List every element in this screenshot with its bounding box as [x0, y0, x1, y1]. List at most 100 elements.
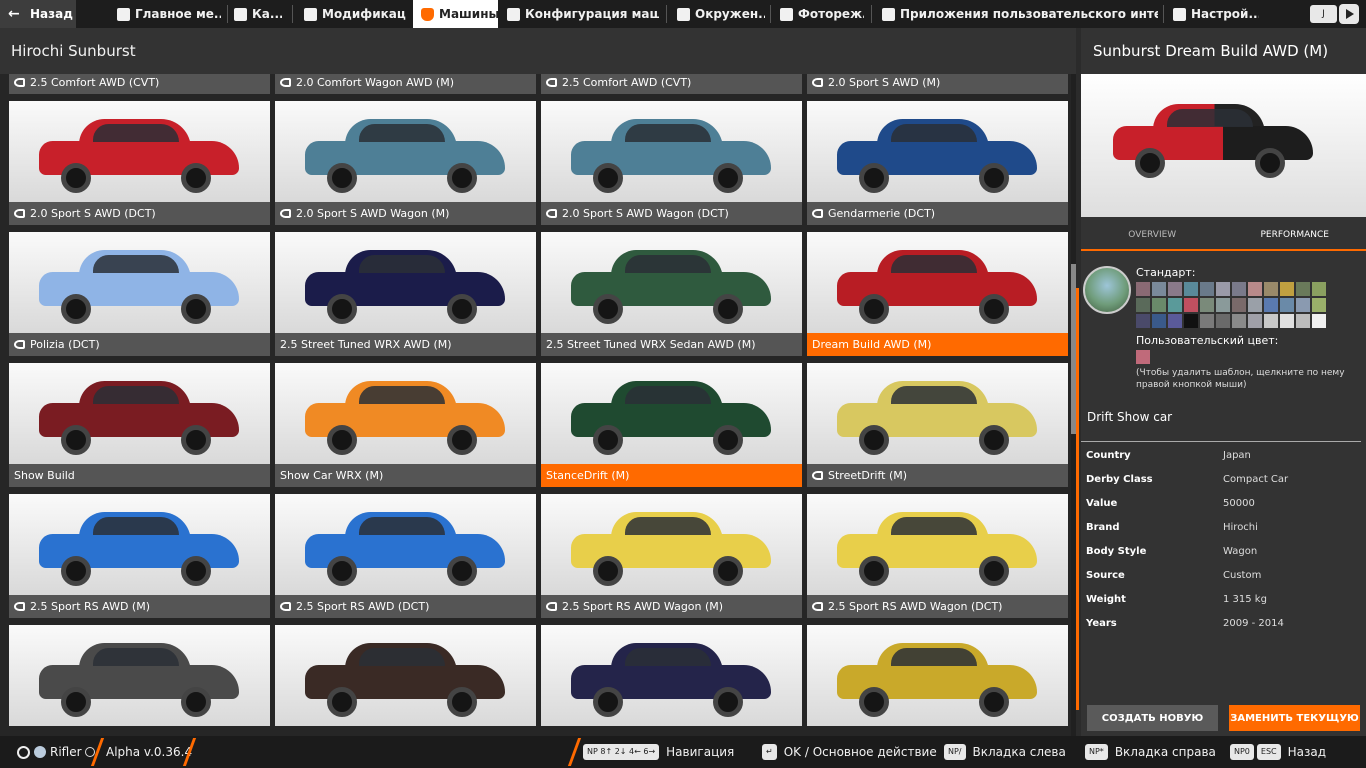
- config-tile-label: 2.5 Sport RS AWD (DCT): [275, 595, 536, 618]
- color-swatch[interactable]: [1216, 282, 1230, 296]
- car-thumbnail: [39, 375, 239, 455]
- color-swatch[interactable]: [1248, 314, 1262, 328]
- config-tile-label: 2.5 Sport RS AWD Wagon (M): [541, 595, 802, 618]
- color-swatch[interactable]: [1184, 282, 1198, 296]
- tab-performance[interactable]: PERFORMANCE: [1224, 221, 1366, 249]
- config-tile[interactable]: StreetDrift (M): [807, 363, 1068, 487]
- color-swatch[interactable]: [1216, 298, 1230, 312]
- tab-label: Фотореж...: [798, 7, 864, 21]
- color-swatch[interactable]: [1136, 314, 1150, 328]
- tab-environment[interactable]: Окружен...: [677, 0, 765, 28]
- tab-main-menu[interactable]: Главное ме...: [117, 0, 221, 28]
- arrow-left-icon: ←: [8, 6, 20, 22]
- config-tile[interactable]: [807, 625, 1068, 729]
- config-tile[interactable]: 2.5 Sport RS AWD Wagon (DCT): [807, 494, 1068, 618]
- tab-photo-mode[interactable]: Фотореж...: [780, 0, 864, 28]
- config-thumbnail: [275, 101, 536, 202]
- config-tile[interactable]: Show Build: [9, 363, 270, 487]
- color-swatch[interactable]: [1200, 314, 1214, 328]
- color-swatch[interactable]: [1312, 282, 1326, 296]
- config-tile[interactable]: [275, 625, 536, 729]
- create-new-button[interactable]: СОЗДАТЬ НОВУЮ: [1087, 705, 1218, 731]
- tab-vehicles[interactable]: Машины: [413, 0, 498, 28]
- color-swatch[interactable]: [1280, 298, 1294, 312]
- config-tile[interactable]: 2.5 Street Tuned WRX AWD (M): [275, 232, 536, 356]
- color-swatch[interactable]: [1280, 282, 1294, 296]
- car-thumbnail: [571, 244, 771, 324]
- user-info[interactable]: Rifler: [17, 736, 95, 768]
- info-value: Hirochi: [1223, 521, 1258, 533]
- color-swatch[interactable]: [1184, 298, 1198, 312]
- config-name: StanceDrift (M): [546, 469, 630, 482]
- key-icon: [812, 471, 823, 480]
- config-tile[interactable]: 2.5 Comfort AWD (CVT): [541, 74, 802, 94]
- color-swatch[interactable]: [1152, 282, 1166, 296]
- color-swatch[interactable]: [1264, 282, 1278, 296]
- car-thumbnail: [305, 113, 505, 193]
- color-swatches: [1136, 282, 1326, 328]
- tab-vehicle-config[interactable]: Конфигурация маши...: [507, 0, 659, 28]
- color-swatch[interactable]: [1232, 314, 1246, 328]
- info-value: 50000: [1223, 497, 1255, 509]
- color-swatch[interactable]: [1136, 298, 1150, 312]
- color-swatch[interactable]: [1168, 298, 1182, 312]
- config-tile[interactable]: 2.5 Sport RS AWD Wagon (M): [541, 494, 802, 618]
- config-tile[interactable]: 2.0 Sport S AWD (DCT): [9, 101, 270, 225]
- config-tile[interactable]: [541, 625, 802, 729]
- custom-color-swatch[interactable]: [1136, 350, 1150, 364]
- info-value: 1 315 kg: [1223, 593, 1267, 605]
- replace-current-button[interactable]: ЗАМЕНИТЬ ТЕКУЩУЮ: [1229, 705, 1360, 731]
- color-swatch[interactable]: [1184, 314, 1198, 328]
- config-tile[interactable]: 2.5 Sport RS AWD (M): [9, 494, 270, 618]
- color-swatch[interactable]: [1200, 298, 1214, 312]
- color-swatch[interactable]: [1200, 282, 1214, 296]
- config-tile[interactable]: 2.0 Comfort Wagon AWD (M): [275, 74, 536, 94]
- config-tile-label: 2.5 Street Tuned WRX Sedan AWD (M): [541, 333, 802, 356]
- back-label: Назад: [30, 7, 73, 21]
- color-swatch[interactable]: [1264, 298, 1278, 312]
- tab-settings[interactable]: Настрой...: [1173, 0, 1259, 28]
- color-swatch[interactable]: [1264, 314, 1278, 328]
- color-swatch[interactable]: [1232, 298, 1246, 312]
- color-swatch[interactable]: [1296, 282, 1310, 296]
- config-thumbnail: [541, 363, 802, 464]
- config-tile[interactable]: 2.0 Sport S AWD Wagon (DCT): [541, 101, 802, 225]
- color-swatch[interactable]: [1232, 282, 1246, 296]
- config-tile[interactable]: 2.0 Sport S AWD Wagon (M): [275, 101, 536, 225]
- tab-map[interactable]: Ка...: [234, 0, 282, 28]
- config-tile[interactable]: Polizia (DCT): [9, 232, 270, 356]
- config-tile-label: Gendarmerie (DCT): [807, 202, 1068, 225]
- config-tile[interactable]: 2.5 Street Tuned WRX Sedan AWD (M): [541, 232, 802, 356]
- config-tile-label: StreetDrift (M): [807, 464, 1068, 487]
- color-swatch[interactable]: [1136, 282, 1150, 296]
- tab-mods[interactable]: Модификац...: [304, 0, 406, 28]
- config-tile-label: 2.5 Sport RS AWD (M): [9, 595, 270, 618]
- config-tile[interactable]: Show Car WRX (M): [275, 363, 536, 487]
- color-swatch[interactable]: [1312, 314, 1326, 328]
- tab-ui-apps[interactable]: Приложения пользовательского интерфе...: [882, 0, 1158, 28]
- color-swatch[interactable]: [1248, 282, 1262, 296]
- tab-overview[interactable]: OVERVIEW: [1081, 221, 1224, 249]
- config-tile[interactable]: Dream Build AWD (M): [807, 232, 1068, 356]
- config-tile[interactable]: StanceDrift (M): [541, 363, 802, 487]
- bottom-hint-bar: Rifler Alpha v.0.36.4 NP 8↑ 2↓ 4← 6→ Нав…: [0, 736, 1366, 768]
- play-icon[interactable]: [1339, 4, 1359, 24]
- config-tile[interactable]: [9, 625, 270, 729]
- car-thumbnail: [837, 375, 1037, 455]
- paint-preview-avatar[interactable]: [1083, 266, 1131, 314]
- config-tile[interactable]: 2.5 Sport RS AWD (DCT): [275, 494, 536, 618]
- color-swatch[interactable]: [1280, 314, 1294, 328]
- color-swatch[interactable]: [1152, 314, 1166, 328]
- color-swatch[interactable]: [1168, 282, 1182, 296]
- color-swatch[interactable]: [1312, 298, 1326, 312]
- color-swatch[interactable]: [1248, 298, 1262, 312]
- color-swatch[interactable]: [1168, 314, 1182, 328]
- color-swatch[interactable]: [1216, 314, 1230, 328]
- back-button[interactable]: ← Назад: [0, 0, 76, 28]
- config-tile[interactable]: 2.0 Sport S AWD (M): [807, 74, 1068, 94]
- color-swatch[interactable]: [1296, 314, 1310, 328]
- color-swatch[interactable]: [1296, 298, 1310, 312]
- config-tile[interactable]: Gendarmerie (DCT): [807, 101, 1068, 225]
- config-tile[interactable]: 2.5 Comfort AWD (CVT): [9, 74, 270, 94]
- color-swatch[interactable]: [1152, 298, 1166, 312]
